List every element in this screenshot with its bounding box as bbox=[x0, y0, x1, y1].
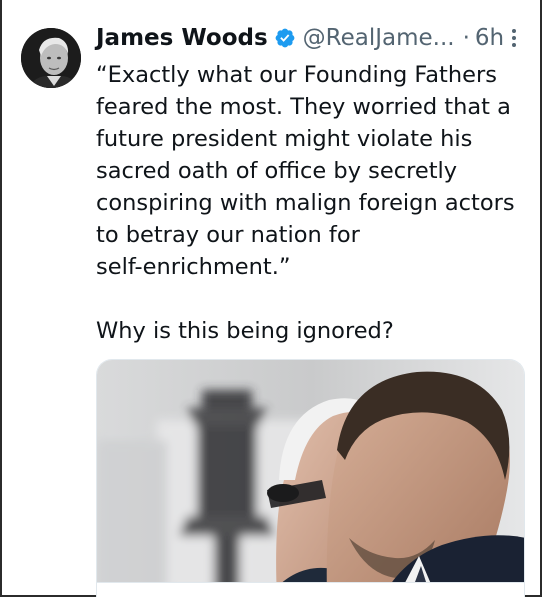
verified-badge-icon[interactable] bbox=[274, 27, 296, 49]
tweet-text-line: sacred oath of office by secretly bbox=[96, 158, 458, 184]
media-bottom-strip bbox=[97, 582, 524, 597]
author-display-name[interactable]: James Woods bbox=[96, 25, 268, 51]
tweet-text-line: self-enrichment.” bbox=[96, 254, 291, 280]
tweet-text-line: feared the most. They worried that a bbox=[96, 94, 511, 120]
tweet-text: “Exactly what our Founding Fathers feare… bbox=[96, 59, 536, 347]
header-separator: · bbox=[462, 25, 470, 51]
author-handle[interactable]: @RealJame... bbox=[303, 25, 455, 51]
photo-icon bbox=[97, 360, 524, 597]
tweet-text-followup: Why is this being ignored? bbox=[96, 318, 394, 344]
tweet[interactable]: James Woods @RealJame... · 6h “Exactly w… bbox=[0, 0, 542, 597]
tweet-timestamp[interactable]: 6h bbox=[475, 25, 504, 51]
author-avatar[interactable] bbox=[21, 28, 81, 88]
avatar-photo-icon bbox=[21, 28, 81, 88]
tweet-text-line: “Exactly what our Founding Fathers bbox=[96, 62, 497, 88]
tweet-header: James Woods @RealJame... · 6h bbox=[96, 22, 504, 54]
tweet-text-line: to betray our nation for bbox=[96, 222, 360, 248]
tweet-media-image[interactable] bbox=[96, 359, 525, 597]
tweet-text-line: conspiring with malign foreign actors bbox=[96, 190, 515, 216]
more-options-icon[interactable] bbox=[506, 26, 522, 50]
tweet-text-line: future president might violate his bbox=[96, 126, 473, 152]
